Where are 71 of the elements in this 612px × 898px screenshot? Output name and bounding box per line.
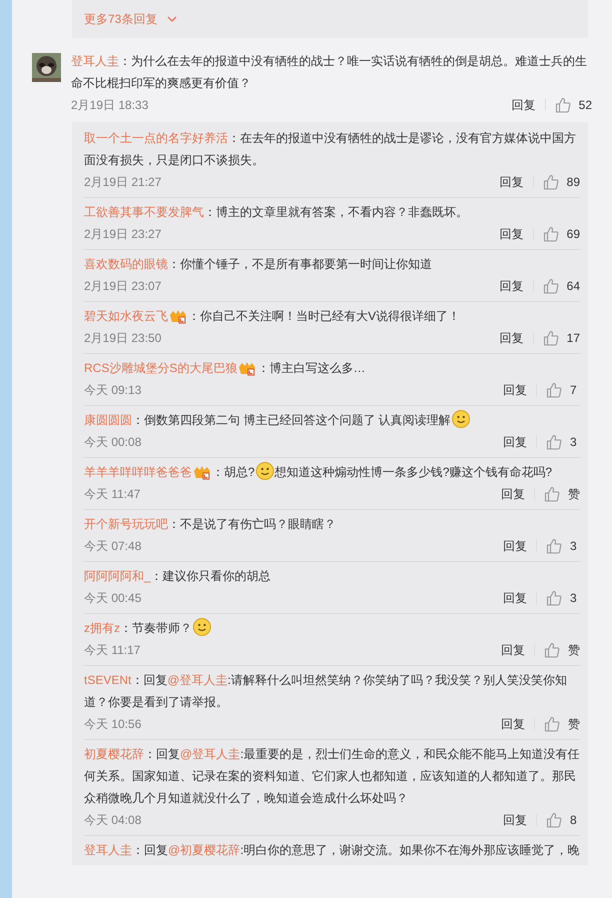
like-button[interactable]: 3 (546, 590, 580, 606)
timestamp: 今天 10:56 (84, 716, 142, 732)
like-button[interactable]: 52 (554, 97, 592, 113)
comment-text: 登耳人圭：回复@初夏樱花辞:明白你的意思了，谢谢交流。如果你不在海外那应该睡觉了，晚 (84, 842, 580, 859)
timestamp: 今天 11:47 (84, 486, 140, 502)
thumbs-up-icon (546, 590, 562, 606)
reply-link[interactable]: 回复 (503, 382, 527, 398)
like-button[interactable]: 7 (546, 382, 580, 398)
comment-text: RCS沙雕城堡分S的大尾巴狼 ：博主白写这么多… (84, 360, 366, 378)
reply-link[interactable]: 回复 (512, 96, 536, 114)
timestamp: 今天 11:17 (84, 642, 140, 658)
comment-text: 初夏樱花辞：回复@登耳人圭:最重要的是，烈士们生命的意义，和民众能不能马上知道没有任何关系。国家知道、记录在案的资料知道、它们家人也都知道，应该知道的人都知道了。那民众稍微晚几个月知道就没什么了，晚知道会造成什么坏处吗？ (84, 746, 580, 807)
timestamp: 今天 09:13 (84, 382, 142, 398)
comment-text: 登耳人圭：为什么在去年的报道中没有牺牲的战士？唯一实话说有牺牲的倒是胡总。难道士兵的生命不比棍扫印军的爽感更有价值？ (71, 53, 588, 92)
timestamp: 2月19日 21:27 (84, 174, 162, 190)
thumbs-up-icon (546, 382, 562, 398)
like-button[interactable]: 17 (542, 330, 580, 346)
thumbs-up-icon (542, 330, 559, 346)
timestamp: 今天 07:48 (84, 538, 142, 554)
thumbs-up-icon (542, 278, 559, 294)
comment-text: 开个新号玩玩吧：不是说了有伤亡吗？眼睛瞎？ (84, 516, 337, 533)
comment-text: 碧天如水夜云飞 ：你自己不关注啊！当时已经有大V说得很详细了！ (84, 308, 462, 326)
thumbs-up-icon (542, 226, 559, 242)
comment-text: 喜欢数码的眼镜：你懂个锤子，不是所有事都要第一时间让你知道 (84, 256, 433, 273)
thumbs-up-icon (546, 434, 562, 450)
comment-text: 阿阿阿阿和_：建议你只看你的胡总 (84, 568, 272, 585)
thumbs-up-icon (544, 642, 560, 658)
smiley-icon (452, 410, 470, 428)
like-button[interactable]: 64 (542, 278, 580, 294)
timestamp: 今天 04:08 (84, 812, 142, 828)
like-button[interactable]: 8 (546, 812, 580, 828)
reply-link[interactable]: 回复 (503, 812, 527, 828)
reply-link[interactable]: 回复 (503, 590, 527, 606)
timestamp: 2月19日 23:50 (84, 330, 162, 346)
reply-link[interactable]: 回复 (500, 330, 524, 346)
avatar-icon (32, 53, 61, 82)
thumbs-up-icon (544, 486, 560, 502)
reply-link[interactable]: 回复 (501, 716, 525, 732)
smiley-icon (193, 618, 211, 636)
timestamp: 2月19日 18:33 (71, 96, 148, 114)
thumbs-up-icon (546, 538, 562, 554)
comment-text: z拥有z：节奏带师？ (84, 617, 580, 639)
comment-text: 康圆圆圆：倒数第四段第二句 博主已经回答这个问题了 认真阅读理解 (84, 409, 580, 431)
reply-link[interactable]: 回复 (501, 486, 525, 502)
like-button[interactable]: 69 (542, 226, 580, 242)
thumbs-up-icon (554, 97, 571, 113)
comment-text: 工欲善其事不要发脾气：博主的文章里就有答案，不看内容？非蠢既坏。 (84, 204, 469, 221)
thumbs-up-icon (546, 812, 562, 828)
reply-link[interactable]: 回复 (500, 226, 524, 242)
comment-text: tSEVENt：回复@登耳人圭:请解释什么叫坦然笑纳？你笑纳了吗？我没笑？别人笑没笑你知道？你要是看到了请举报。 (84, 672, 568, 711)
reply-link[interactable]: 回复 (500, 174, 524, 190)
comment-text: 羊羊羊咩咩咩爸爸爸 ：胡总? 想知道这种煽动性博一条多少钱?赚这个钱有命花吗? (84, 461, 580, 483)
comment-text: 取一个土一点的名字好养活：在去年的报道中没有牺牲的战士是谬论，没有官方媒体说中国方面没有损失，只是闭口不谈损失。 (84, 130, 577, 169)
reply-link[interactable]: 回复 (500, 278, 524, 294)
timestamp: 2月19日 23:27 (84, 226, 162, 242)
reply-link[interactable]: 回复 (503, 538, 527, 554)
timestamp: 2月19日 23:07 (84, 278, 162, 294)
like-button[interactable]: 赞 (544, 642, 580, 658)
smiley-icon (256, 462, 274, 480)
timestamp: 今天 00:08 (84, 434, 142, 450)
like-button[interactable]: 3 (546, 538, 580, 554)
like-button[interactable]: 赞 (544, 486, 580, 502)
reply-link[interactable]: 回复 (501, 642, 525, 658)
thumbs-up-icon (544, 716, 560, 732)
like-button[interactable]: 89 (542, 174, 580, 190)
reply-link[interactable]: 回复 (503, 434, 527, 450)
chevron-down-icon (167, 16, 178, 22)
thumbs-up-icon (542, 174, 559, 190)
timestamp: 今天 00:45 (84, 590, 142, 606)
like-button[interactable]: 赞 (544, 716, 580, 732)
like-button[interactable]: 3 (546, 434, 580, 450)
